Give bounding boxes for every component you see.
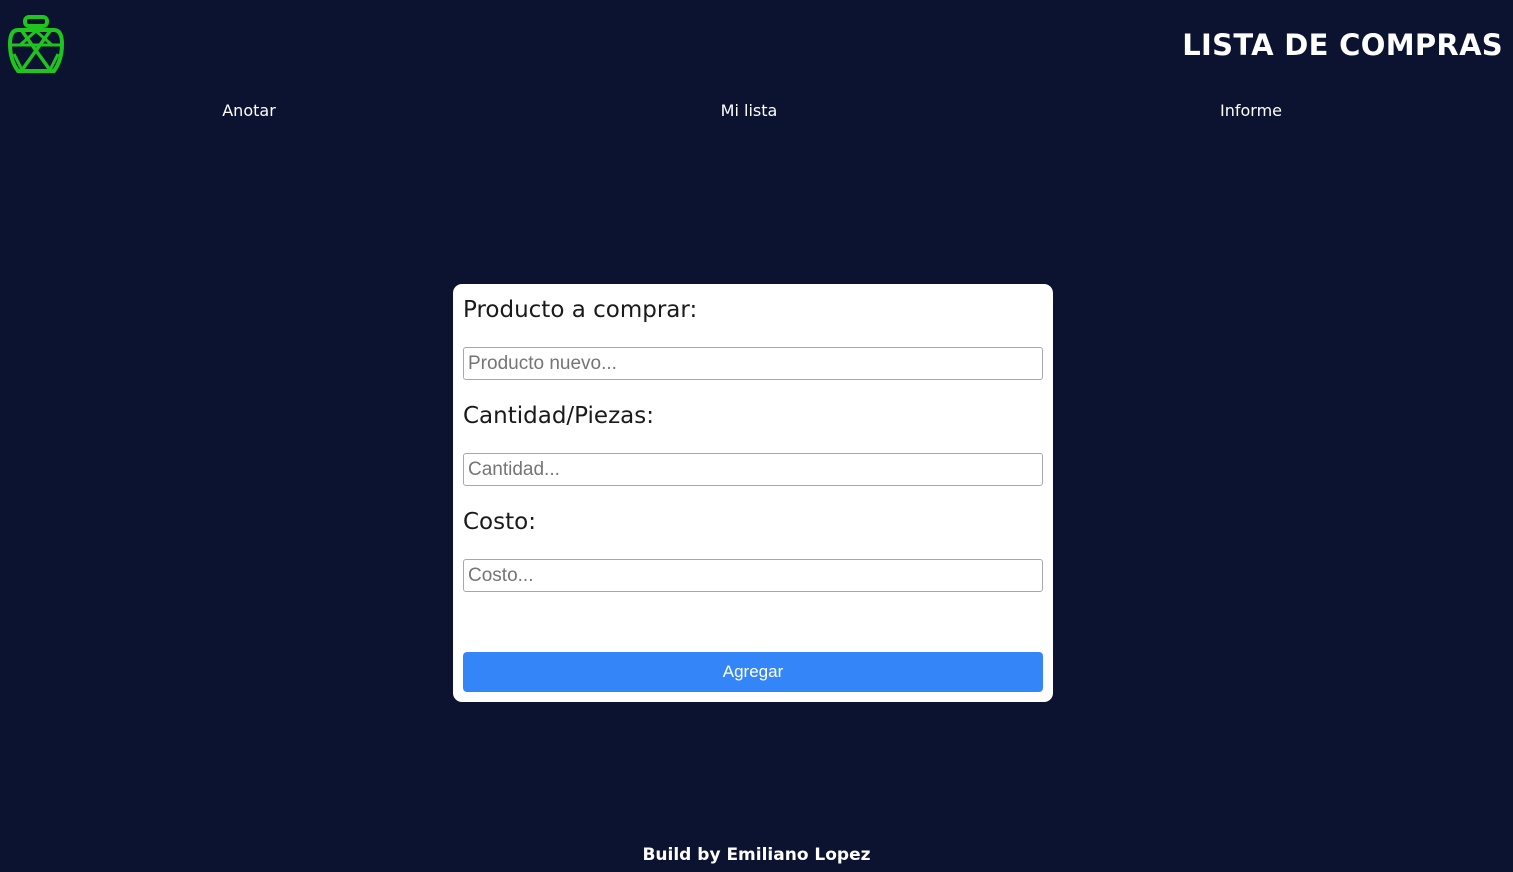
nav-item-mi-lista[interactable]: Mi lista [721, 101, 778, 120]
quantity-input[interactable] [463, 453, 1043, 486]
product-form-card: Producto a comprar: Cantidad/Piezas: Cos… [453, 284, 1053, 702]
main-nav: Anotar Mi lista Informe [0, 101, 1513, 125]
product-label: Producto a comprar: [463, 297, 698, 323]
page: LISTA DE COMPRAS Anotar Mi lista Informe… [0, 0, 1513, 872]
product-input[interactable] [463, 347, 1043, 380]
cost-label: Costo: [463, 509, 536, 535]
add-button[interactable]: Agregar [463, 652, 1043, 692]
nav-item-informe[interactable]: Informe [1220, 101, 1282, 120]
cost-input[interactable] [463, 559, 1043, 592]
quantity-label: Cantidad/Piezas: [463, 403, 654, 429]
app-title: LISTA DE COMPRAS [1182, 28, 1503, 62]
footer-credit: Build by Emiliano Lopez [642, 845, 871, 865]
basket-icon[interactable] [6, 14, 66, 74]
nav-item-anotar[interactable]: Anotar [222, 101, 276, 120]
